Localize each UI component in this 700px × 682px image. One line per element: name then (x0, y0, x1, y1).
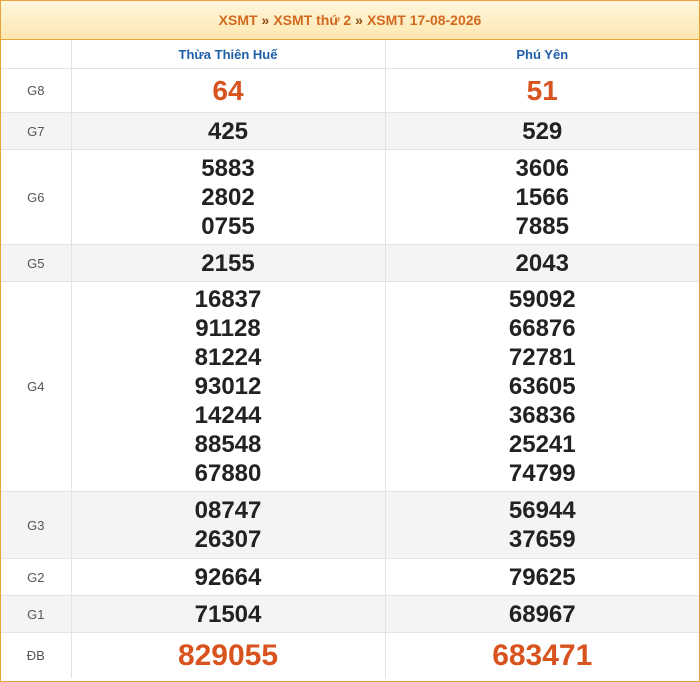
result-number: 72781 (508, 344, 576, 371)
prize-row: G3 08747 26307 56944 37659 (1, 491, 699, 559)
breadcrumb-separator: » (355, 12, 363, 28)
result-number: 425 (207, 117, 249, 145)
header-blank-cell (1, 40, 71, 69)
result-cell: 2155 (70, 244, 385, 282)
result-cell: 71504 (70, 595, 385, 633)
result-number: 63605 (508, 373, 576, 400)
breadcrumb-xsmt-link[interactable]: XSMT (219, 12, 258, 28)
result-cell: 51 (384, 68, 699, 113)
result-number: 14244 (194, 402, 262, 429)
result-cell: 56944 37659 (384, 491, 699, 559)
result-cell: 79625 (384, 558, 699, 596)
result-number: 36836 (508, 402, 576, 429)
prize-row: ĐB 829055 683471 (1, 632, 699, 678)
result-number: 08747 (194, 497, 262, 524)
prize-label: G8 (1, 68, 71, 113)
result-number: 66876 (508, 315, 576, 342)
result-number: 829055 (177, 639, 279, 672)
prize-row: G2 92664 79625 (1, 558, 699, 596)
result-number: 91128 (195, 315, 261, 342)
result-cell: 529 (384, 112, 699, 150)
breadcrumb-separator: » (261, 12, 270, 28)
prize-label: ĐB (1, 632, 71, 678)
result-number: 7885 (515, 212, 569, 240)
result-number: 1566 (515, 183, 569, 211)
result-cell: 2043 (384, 244, 699, 282)
result-cell: 683471 (384, 632, 699, 678)
result-number: 51 (526, 75, 558, 106)
prize-row: G4 16837 91128 81224 93012 14244 88548 67880 590… (1, 281, 699, 492)
prize-row: G6 5883 2802 0755 3606 1566 7885 (1, 149, 699, 245)
province-thua-thien-hue[interactable]: Thừa Thiên Huế (70, 40, 385, 69)
result-number: 68967 (508, 600, 576, 628)
result-number: 67880 (194, 460, 262, 487)
result-number: 64 (212, 75, 244, 106)
prize-label: G7 (1, 112, 71, 150)
prize-row: G5 2155 2043 (1, 244, 699, 282)
result-number: 529 (522, 117, 563, 145)
prize-row: G1 71504 68967 (1, 595, 699, 633)
prize-label: G3 (1, 491, 71, 559)
prize-row: G8 64 51 (1, 68, 699, 113)
result-number: 2043 (515, 249, 569, 277)
result-cell: 92664 (70, 558, 385, 596)
results-panel: XSMT » XSMT thứ 2 » XSMT 17-08-2026 Thừa… (0, 0, 700, 682)
province-phu-yen[interactable]: Phú Yên (384, 40, 699, 69)
result-number: 81224 (194, 344, 262, 371)
prize-label: G5 (1, 244, 71, 282)
result-number: 74799 (508, 460, 576, 487)
results-table: Thừa Thiên Huế Phú Yên G8 64 51 G7 425 529 G6 5… (1, 40, 699, 678)
result-number: 88548 (194, 431, 262, 458)
result-number: 59092 (508, 286, 576, 313)
result-number: 683471 (492, 639, 593, 672)
result-number: 93012 (194, 373, 262, 400)
result-number: 92664 (194, 563, 262, 591)
result-cell: 59092 66876 72781 63605 36836 25241 74799 (384, 281, 699, 492)
result-number: 3606 (515, 154, 569, 182)
result-number: 79625 (508, 563, 576, 591)
prize-label: G1 (1, 595, 71, 633)
breadcrumb-xsmt-monday-link[interactable]: XSMT thứ 2 (273, 12, 351, 28)
result-cell: 68967 (384, 595, 699, 633)
result-cell: 64 (70, 68, 385, 113)
result-cell: 425 (70, 112, 385, 150)
result-number: 56944 (508, 497, 576, 524)
result-number: 2802 (201, 183, 255, 211)
province-header-row: Thừa Thiên Huế Phú Yên (1, 40, 699, 69)
prize-label: G6 (1, 149, 71, 245)
result-cell: 5883 2802 0755 (70, 149, 385, 245)
result-cell: 829055 (70, 632, 385, 678)
result-cell: 08747 26307 (70, 491, 385, 559)
result-number: 71504 (194, 600, 262, 628)
prize-label: G4 (1, 281, 71, 492)
result-number: 2155 (201, 249, 255, 277)
result-number: 5883 (201, 154, 255, 182)
prize-label: G2 (1, 558, 71, 596)
result-cell: 3606 1566 7885 (384, 149, 699, 245)
result-number: 16837 (194, 286, 262, 313)
breadcrumb: XSMT » XSMT thứ 2 » XSMT 17-08-2026 (1, 1, 699, 40)
breadcrumb-xsmt-date-link[interactable]: XSMT 17-08-2026 (367, 12, 481, 28)
result-number: 0755 (201, 212, 255, 240)
result-number: 26307 (194, 526, 262, 553)
prize-row: G7 425 529 (1, 112, 699, 150)
result-cell: 16837 91128 81224 93012 14244 88548 67880 (70, 281, 385, 492)
result-number: 37659 (508, 526, 576, 553)
result-number: 25241 (508, 431, 576, 458)
